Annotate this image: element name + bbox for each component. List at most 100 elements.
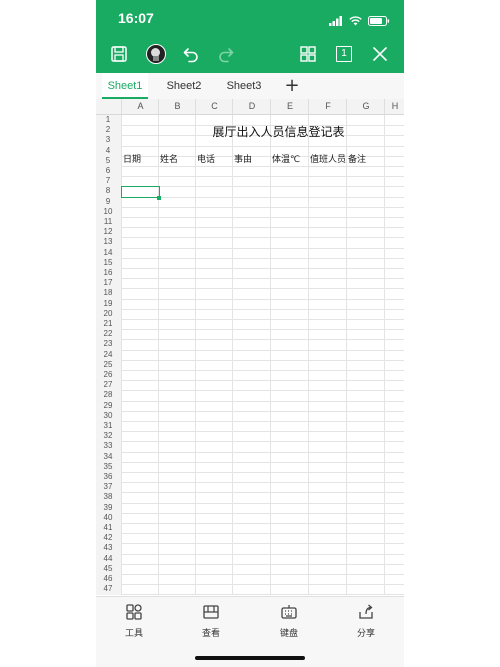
row-header-cell[interactable]: 15 — [96, 258, 120, 268]
header-notes: 备注 — [348, 155, 367, 165]
keyboard-label: 键盘 — [279, 629, 298, 639]
row-header-cell[interactable]: 18 — [96, 288, 120, 298]
battery-icon — [368, 11, 390, 30]
selected-cell[interactable] — [121, 186, 160, 198]
close-icon — [373, 47, 387, 61]
row-header-cell[interactable]: 1 — [96, 115, 120, 125]
view-icon — [203, 605, 219, 619]
column-header-b[interactable]: B — [158, 99, 196, 114]
redo-icon — [219, 48, 234, 63]
status-icons — [329, 11, 390, 30]
row-header-cell[interactable]: 24 — [96, 350, 120, 360]
row-header-cell[interactable]: 38 — [96, 492, 120, 502]
corner-cell[interactable] — [96, 99, 122, 114]
row-header-cell[interactable]: 10 — [96, 207, 120, 217]
view-label: 查看 — [201, 629, 220, 639]
grid-lines — [121, 115, 404, 595]
row-header-cell[interactable]: 11 — [96, 217, 120, 227]
row-header-cell[interactable]: 2 — [96, 125, 120, 135]
share-button[interactable]: 分享 — [341, 603, 391, 639]
row-header-cell[interactable]: 47 — [96, 584, 120, 594]
row-header-cell[interactable]: 29 — [96, 401, 120, 411]
grid-view-button[interactable] — [295, 41, 321, 67]
row-header-cell[interactable]: 45 — [96, 564, 120, 574]
sheet-grid[interactable]: 展厅出入人员信息登记表 日期 姓名 电话 事由 体温℃ 值班人员 备注 — [121, 115, 404, 595]
row-header-cell[interactable]: 40 — [96, 513, 120, 523]
row-header-cell[interactable]: 31 — [96, 421, 120, 431]
row-header-cell[interactable]: 27 — [96, 380, 120, 390]
add-sheet-button[interactable]: + — [280, 73, 304, 99]
tools-button[interactable]: 工具 — [109, 603, 159, 639]
column-header-d[interactable]: D — [232, 99, 271, 114]
row-header-cell[interactable]: 7 — [96, 176, 120, 186]
row-header-cell[interactable]: 3 — [96, 135, 120, 145]
keyboard-icon — [281, 605, 297, 619]
app-header: 16:07 1 — [96, 0, 404, 73]
row-header-cell[interactable]: 46 — [96, 574, 120, 584]
row-header-cell[interactable]: 39 — [96, 503, 120, 513]
redo-button[interactable] — [213, 41, 239, 67]
row-header-cell[interactable]: 20 — [96, 309, 120, 319]
view-button[interactable]: 查看 — [186, 603, 236, 639]
header-staff: 值班人员 — [310, 155, 347, 165]
row-header-cell[interactable]: 21 — [96, 319, 120, 329]
row-header-cell[interactable]: 28 — [96, 390, 120, 400]
page-count-button[interactable]: 1 — [331, 41, 357, 67]
column-header-g[interactable]: G — [346, 99, 385, 114]
column-header-f[interactable]: F — [308, 99, 347, 114]
row-header-cell[interactable]: 12 — [96, 227, 120, 237]
row-header-cell[interactable]: 37 — [96, 482, 120, 492]
share-label: 分享 — [356, 629, 375, 639]
column-header-a[interactable]: A — [121, 99, 159, 114]
row-header-cell[interactable]: 16 — [96, 268, 120, 278]
row-header-cell[interactable]: 42 — [96, 533, 120, 543]
row-header-cell[interactable]: 34 — [96, 452, 120, 462]
row-header-cell[interactable]: 13 — [96, 237, 120, 247]
row-header-cell[interactable]: 4 — [96, 146, 120, 156]
row-header-cell[interactable]: 5 — [96, 156, 120, 166]
row-header-cell[interactable]: 35 — [96, 462, 120, 472]
selection-handle[interactable] — [157, 196, 161, 200]
save-button[interactable] — [106, 41, 132, 67]
row-header-cell[interactable]: 41 — [96, 523, 120, 533]
header-phone: 电话 — [197, 155, 216, 165]
row-header-cell[interactable]: 14 — [96, 248, 120, 258]
avatar — [146, 44, 166, 64]
row-header-cell[interactable]: 43 — [96, 543, 120, 553]
phone-screen: 16:07 1 Sheet1 Sheet2 Sheet3 + A B C D E… — [96, 0, 404, 667]
column-header-h[interactable]: H — [384, 99, 404, 114]
column-header-e[interactable]: E — [270, 99, 309, 114]
tools-icon — [126, 604, 142, 620]
row-header-cell[interactable]: 32 — [96, 431, 120, 441]
tab-sheet2[interactable]: Sheet2 — [160, 73, 208, 99]
close-button[interactable] — [367, 41, 393, 67]
row-header-cell[interactable]: 44 — [96, 554, 120, 564]
row-header-cell[interactable]: 36 — [96, 472, 120, 482]
row-header-cell[interactable]: 19 — [96, 299, 120, 309]
tab-sheet1[interactable]: Sheet1 — [102, 73, 148, 99]
share-icon — [359, 604, 373, 619]
row-header-cell[interactable]: 23 — [96, 339, 120, 349]
header-name: 姓名 — [160, 155, 179, 165]
avatar-button[interactable] — [143, 41, 169, 67]
tab-sheet3[interactable]: Sheet3 — [220, 73, 268, 99]
row-header-cell[interactable]: 30 — [96, 411, 120, 421]
undo-button[interactable] — [178, 41, 204, 67]
row-header-cell[interactable]: 22 — [96, 329, 120, 339]
row-header-cell[interactable]: 6 — [96, 166, 120, 176]
keyboard-button[interactable]: 键盘 — [264, 603, 314, 639]
row-header-cell[interactable]: 9 — [96, 197, 120, 207]
row-header-cell[interactable]: 26 — [96, 370, 120, 380]
grid-icon — [300, 46, 316, 62]
column-header-c[interactable]: C — [195, 99, 233, 114]
page-count-icon: 1 — [336, 46, 352, 62]
row-header-cell[interactable]: 25 — [96, 360, 120, 370]
save-icon — [111, 46, 127, 62]
row-header-cell[interactable]: 17 — [96, 278, 120, 288]
column-header: A B C D E F G H — [96, 99, 404, 115]
home-indicator — [195, 656, 305, 660]
header-temperature: 体温℃ — [272, 155, 301, 165]
row-header-cell[interactable]: 8 — [96, 186, 120, 196]
sheet-title: 展厅出入人员信息登记表 — [212, 125, 345, 139]
row-header-cell[interactable]: 33 — [96, 441, 120, 451]
